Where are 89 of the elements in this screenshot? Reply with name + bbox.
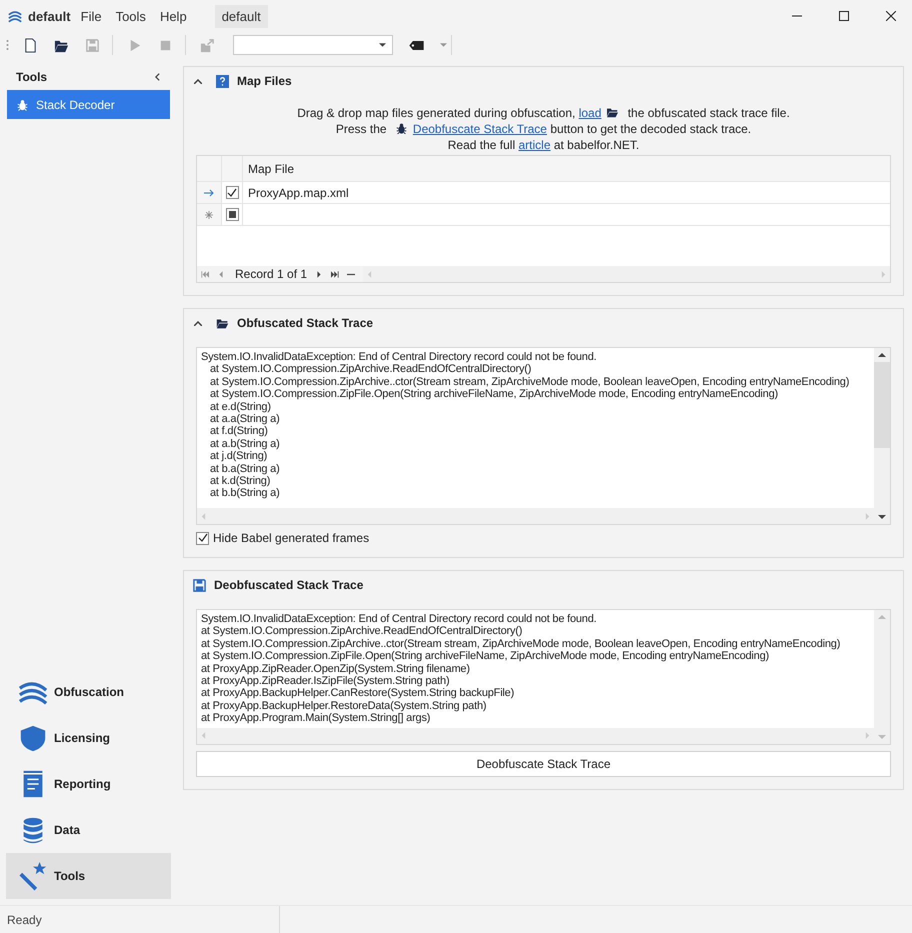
stack-trace-line: at System.IO.Compression.ZipArchive.ReadEndOfCentralDirectory() <box>209 363 532 376</box>
nav-item[interactable]: Data <box>6 807 171 853</box>
checkbox[interactable] <box>226 208 238 221</box>
hint-text: Read the full article at babelfor.NET. <box>446 137 640 153</box>
sidebar-item[interactable]: Stack Decoder <box>7 90 170 119</box>
collapse-icon[interactable] <box>194 320 202 326</box>
help-link[interactable]: Deobfuscate Stack Trace <box>412 122 547 136</box>
shield-icon <box>18 723 48 753</box>
sidebar-title: Tools <box>16 70 48 84</box>
help-link[interactable]: article <box>518 138 550 152</box>
help-link[interactable]: load <box>578 106 602 120</box>
stack-trace-line: at ProxyApp.ZipReader.OpenZip(System.String filename) <box>201 662 471 676</box>
document-tab[interactable]: default <box>214 4 268 28</box>
stack-trace-line: at System.IO.Compression.ZipArchive..ctor(Stream stream, ZipArchiveMode mode, Boolean leaveOpen, Encoding entryNameEncoding) <box>201 638 842 650</box>
first-icon[interactable] <box>201 270 209 278</box>
stack-trace-line: at j.d(String) <box>209 450 268 463</box>
tag-icon[interactable] <box>409 40 424 50</box>
scroll-down-icon[interactable] <box>878 514 886 520</box>
logo-icon <box>8 10 22 22</box>
stack-trace-line: at System.IO.Compression.ZipFile.Open(String archiveFileName, ZipArchiveMode mode, Encoding entryNameEncoding) <box>201 650 770 663</box>
stack-trace-line: at f.d(String) <box>209 425 269 438</box>
stack-trace-line: at b.b(String a) <box>209 487 281 500</box>
panel-title: Deobfuscated Stack Trace <box>214 578 364 592</box>
nav-item[interactable]: Tools <box>6 853 171 899</box>
stack-trace-line: System.IO.InvalidDataException: End of Central Directory record could not be found. <box>201 613 598 626</box>
panel-title: Map Files <box>237 74 292 88</box>
next-icon[interactable] <box>315 270 324 278</box>
stack-trace-line: at System.IO.Compression.ZipFile.Open(String archiveFileName, ZipArchiveMode mode, Encoding entryNameEncoding) <box>209 388 779 401</box>
vertical-scrollbar[interactable] <box>874 348 890 524</box>
stack-trace-line: at b.a(String a) <box>209 462 281 476</box>
horizontal-scrollbar[interactable] <box>197 728 874 744</box>
bug-icon <box>17 98 28 110</box>
collapse-icon[interactable] <box>155 73 160 81</box>
hide-frames-checkbox[interactable]: Hide Babel generated frames <box>196 531 891 545</box>
stack-trace-line: System.IO.InvalidDataException: End of Central Directory record could not be found. <box>201 351 598 364</box>
panel-title: Obfuscated Stack Trace <box>237 316 374 330</box>
stack-trace-line: at ProxyApp.Program.Main(System.String[] args) <box>201 712 432 725</box>
record-counter: Record 1 of 1 <box>235 267 308 281</box>
folder-icon <box>606 107 620 118</box>
caret-icon[interactable] <box>440 43 447 47</box>
indeterminate-icon <box>228 211 236 218</box>
status-text: Ready <box>0 906 280 933</box>
stack-trace-line: at System.IO.Compression.ZipArchive.ReadEndOfCentralDirectory() <box>201 625 524 638</box>
dropdown-field[interactable] <box>233 35 393 55</box>
close-icon[interactable] <box>886 11 896 21</box>
deobfuscate-button[interactable]: Deobfuscate Stack Trace <box>196 750 891 777</box>
hint-text: Press the Deobfuscate Stack Trace button to get the decoded stack trace. <box>334 121 752 137</box>
scroll-right-icon[interactable] <box>881 270 886 278</box>
scroll-left-icon[interactable] <box>367 270 372 278</box>
scroll-left-icon[interactable] <box>201 512 206 520</box>
nav-item[interactable]: Obfuscation <box>6 669 171 715</box>
horizontal-scrollbar[interactable] <box>197 508 874 524</box>
arrow-icon <box>204 188 214 196</box>
help-icon <box>216 74 229 88</box>
scroll-up-icon[interactable] <box>878 352 886 358</box>
checkmark-icon <box>198 533 208 543</box>
checkbox[interactable] <box>226 186 238 199</box>
stack-trace-line: at ProxyApp.BackupHelper.CanRestore(System.String backupFile) <box>201 687 516 700</box>
wand-icon <box>18 861 48 891</box>
new-file-icon[interactable] <box>23 38 38 52</box>
collapse-icon[interactable] <box>194 78 202 84</box>
folder-icon <box>216 316 229 330</box>
stack-trace-line: at ProxyApp.BackupHelper.RestoreData(System.String path) <box>201 700 488 712</box>
nav-item[interactable]: Reporting <box>6 761 171 807</box>
stack-trace-line: at e.d(String) <box>209 400 272 414</box>
previous-icon[interactable] <box>217 270 225 278</box>
stack-trace-line: at a.a(String a) <box>209 413 281 426</box>
stack-trace-line: at k.d(String) <box>209 475 272 488</box>
grip-icon <box>6 39 9 51</box>
nav-item[interactable]: Licensing <box>6 715 171 761</box>
maximize-icon[interactable] <box>839 11 849 21</box>
scroll-right-icon[interactable] <box>865 732 870 740</box>
scroll-right-icon[interactable] <box>865 512 870 520</box>
app-title: default <box>28 8 71 24</box>
stack-trace-line: at a.b(String a) <box>209 438 281 450</box>
caret-icon <box>379 43 386 47</box>
scroll-left-icon[interactable] <box>201 732 206 740</box>
checkmark-icon <box>227 188 237 198</box>
menu-item[interactable]: Tools <box>116 8 146 24</box>
last-icon[interactable] <box>331 270 340 278</box>
hint-text: Drag & drop map files generated during obfuscation, load the obfuscated stack trace file. <box>296 105 791 121</box>
bug-icon <box>394 123 408 134</box>
table-cell-text: ProxyApp.map.xml <box>247 184 350 202</box>
stack-trace-line: at ProxyApp.ZipReader.IsZipFile(System.String path) <box>201 675 450 688</box>
stack-trace-line: at System.IO.Compression.ZipArchive..ctor(Stream stream, ZipArchiveMode mode, Boolean leaveOpen, Encoding entryNameEncoding) <box>209 376 850 388</box>
menu-item[interactable]: File <box>80 8 102 24</box>
asterisk-icon <box>204 210 214 218</box>
save-icon <box>193 578 206 592</box>
menu-item[interactable]: Help <box>160 8 187 24</box>
